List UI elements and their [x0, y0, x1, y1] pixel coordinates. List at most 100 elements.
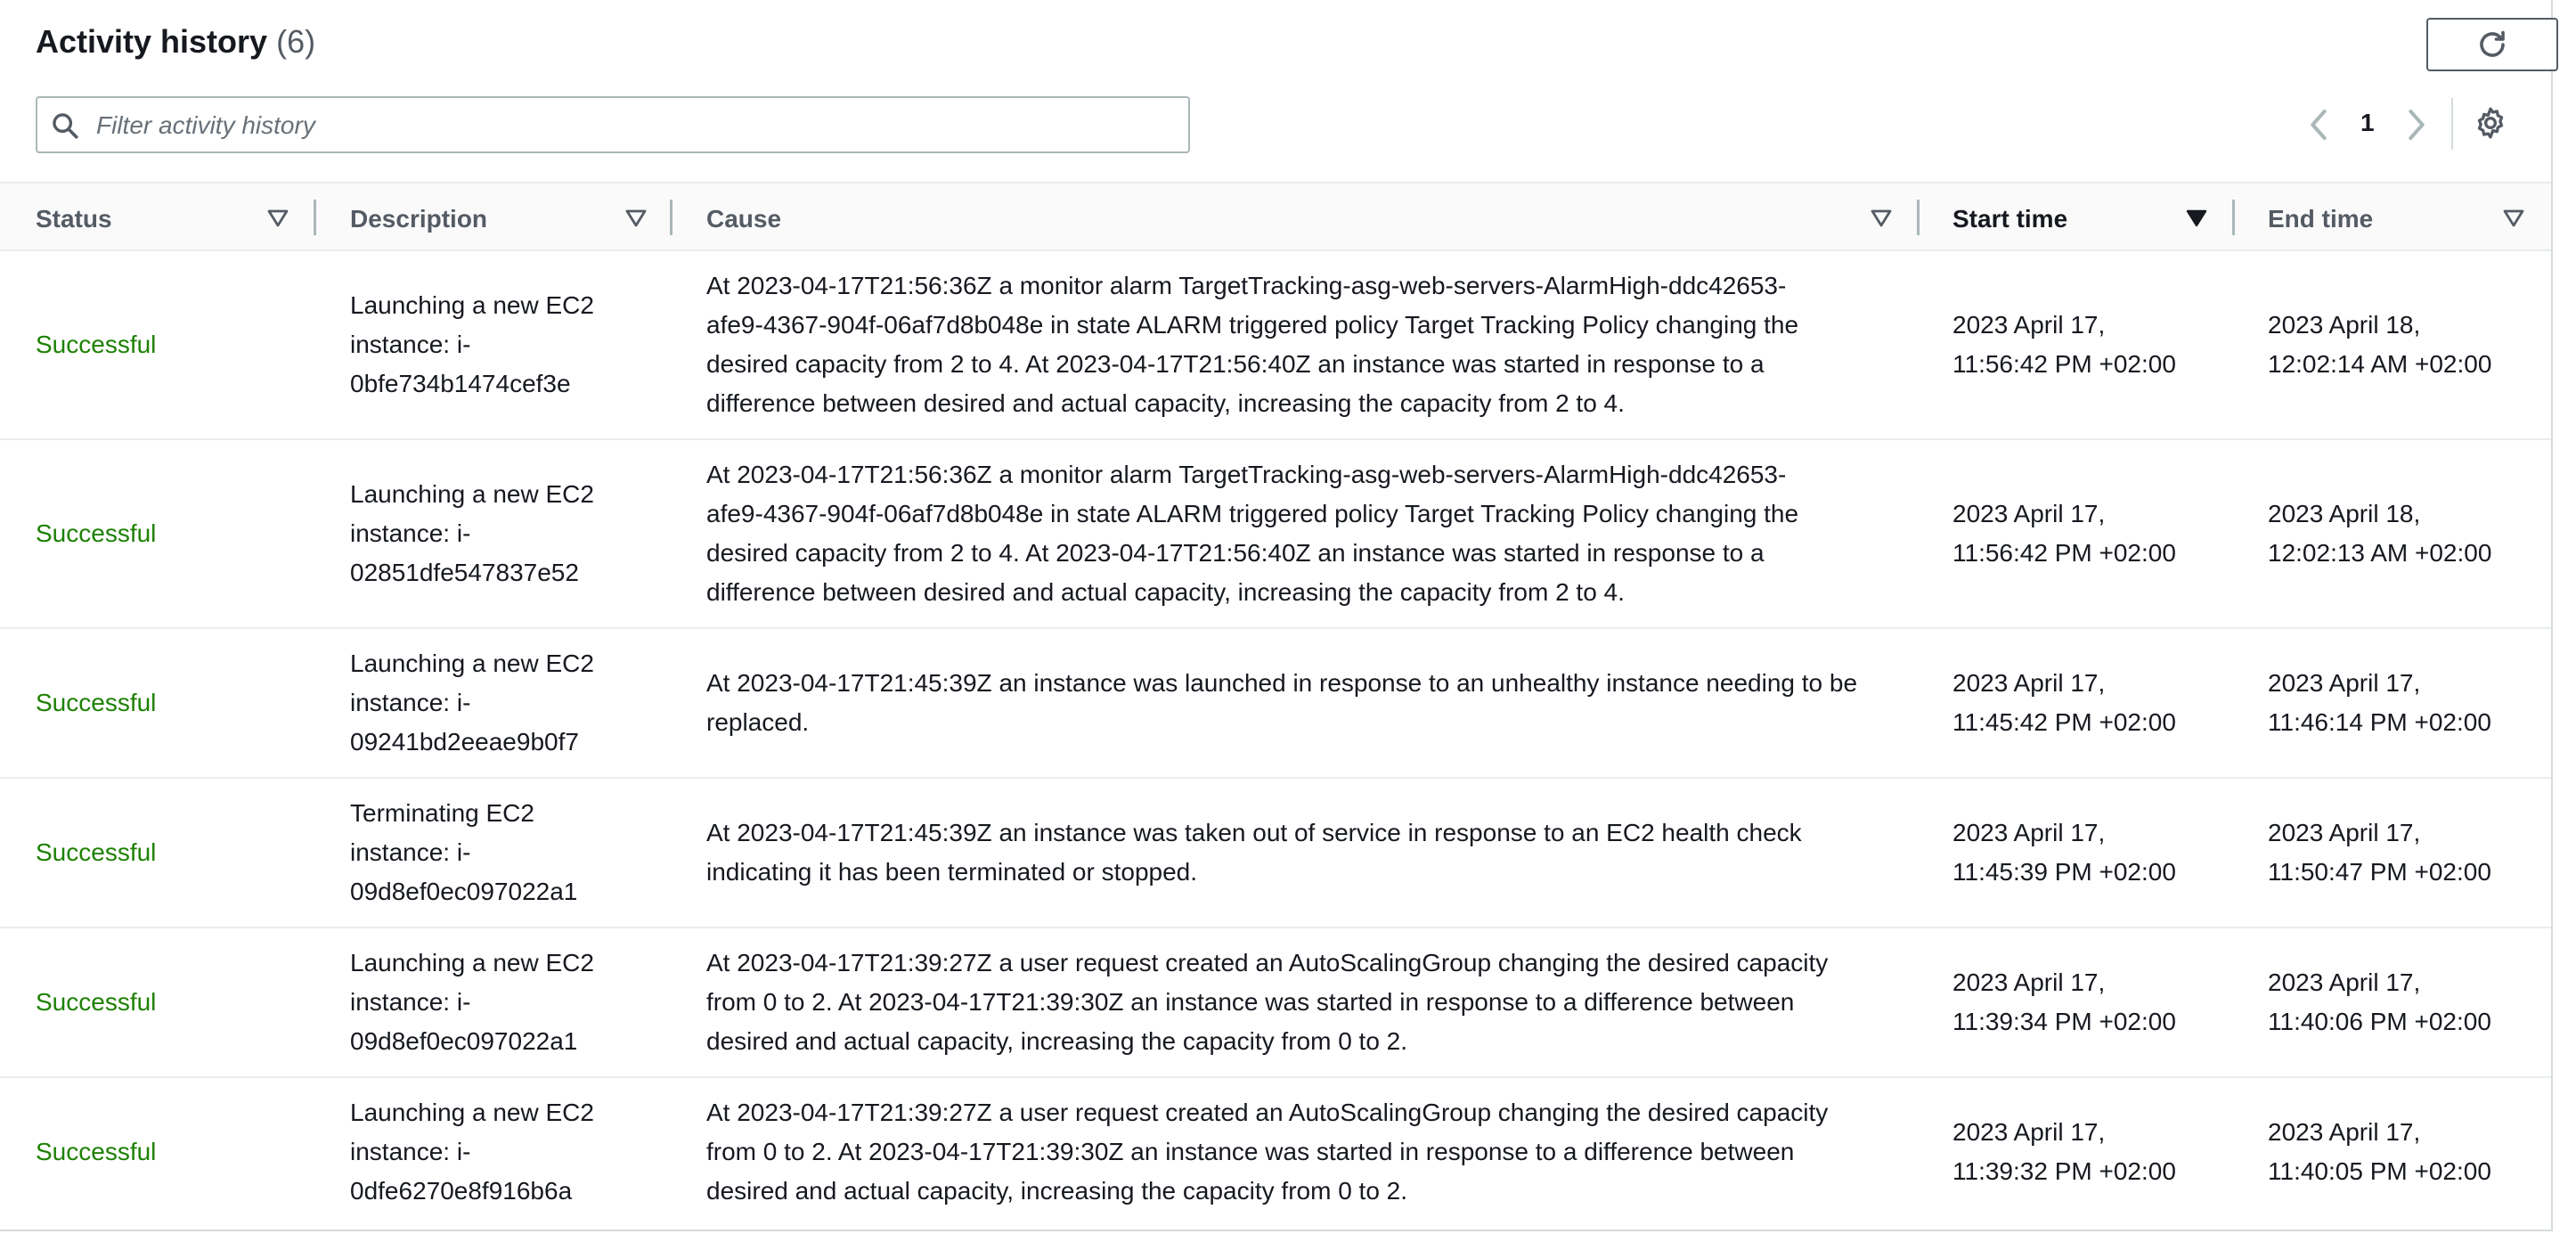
- end-time-line: 2023 April 17,: [2268, 819, 2421, 846]
- table-row: Successful Launching a new EC2 instance:…: [0, 1078, 2551, 1228]
- start-time-line: 11:39:32 PM +02:00: [1952, 1157, 2176, 1185]
- start-time-line: 2023 April 17,: [1952, 500, 2106, 527]
- description-line: Launching a new EC2: [350, 291, 594, 319]
- description-line: Terminating EC2: [350, 799, 534, 827]
- status-cell: Successful: [36, 779, 303, 927]
- end-time-line: 12:02:14 AM +02:00: [2268, 350, 2492, 378]
- table-row: Successful Launching a new EC2 instance:…: [0, 629, 2551, 779]
- status-cell: Successful: [36, 440, 303, 627]
- sort-caret-down-icon[interactable]: [625, 208, 647, 228]
- cause-line: At 2023-04-17T21:45:39Z an instance was …: [706, 669, 1858, 697]
- table-row: Successful Terminating EC2 instance: i- …: [0, 779, 2551, 928]
- status-text: Successful: [36, 689, 157, 716]
- column-resize-handle[interactable]: [314, 200, 316, 235]
- status-cell: Successful: [36, 629, 303, 777]
- previous-page-button[interactable]: [2305, 103, 2332, 146]
- description-line: instance: i-: [350, 988, 471, 1016]
- end-time-line: 2023 April 17,: [2268, 1118, 2421, 1146]
- cause-line: At 2023-04-17T21:45:39Z an instance was …: [706, 819, 1802, 846]
- filter-input[interactable]: [94, 105, 1167, 146]
- cause-cell: At 2023-04-17T21:56:36Z a monitor alarm …: [706, 251, 1891, 438]
- start-time-line: 11:56:42 PM +02:00: [1952, 350, 2176, 378]
- refresh-button[interactable]: [2426, 18, 2558, 71]
- end-time-line: 2023 April 17,: [2268, 968, 2421, 996]
- status-text: Successful: [36, 838, 157, 866]
- end-time-cell: 2023 April 18, 12:02:14 AM +02:00: [2268, 251, 2535, 438]
- description-cell: Terminating EC2 instance: i- 09d8ef0ec09…: [350, 779, 617, 927]
- cause-line: afe9-4367-904f-06af7d8b048e in state ALA…: [706, 500, 1799, 527]
- refresh-icon: [2480, 30, 2505, 57]
- cause-cell: At 2023-04-17T21:39:27Z a user request c…: [706, 928, 1891, 1076]
- start-time-line: 2023 April 17,: [1952, 669, 2106, 697]
- description-line: instance: i-: [350, 331, 471, 358]
- end-time-line: 11:50:47 PM +02:00: [2268, 858, 2491, 886]
- sorted-caret-down-icon[interactable]: [2186, 208, 2207, 228]
- description-line: 09d8ef0ec097022a1: [350, 878, 578, 905]
- filter-search-box[interactable]: [36, 96, 1190, 153]
- description-cell: Launching a new EC2 instance: i- 09d8ef0…: [350, 928, 617, 1076]
- table-header: Status Description Cause Start time End …: [0, 182, 2551, 251]
- next-page-button[interactable]: [2403, 103, 2430, 146]
- cause-line: indicating it has been terminated or sto…: [706, 858, 1198, 886]
- description-line: instance: i-: [350, 838, 471, 866]
- preferences-button[interactable]: [2473, 105, 2508, 145]
- end-time-line: 11:46:14 PM +02:00: [2268, 708, 2491, 736]
- end-time-line: 2023 April 18,: [2268, 311, 2421, 339]
- end-time-cell: 2023 April 17, 11:46:14 PM +02:00: [2268, 629, 2535, 777]
- cause-cell: At 2023-04-17T21:56:36Z a monitor alarm …: [706, 440, 1891, 627]
- start-time-line: 2023 April 17,: [1952, 311, 2106, 339]
- start-time-line: 11:56:42 PM +02:00: [1952, 539, 2176, 567]
- end-time-line: 2023 April 18,: [2268, 500, 2421, 527]
- start-time-line: 11:45:42 PM +02:00: [1952, 708, 2176, 736]
- search-icon: [53, 113, 78, 139]
- end-time-line: 12:02:13 AM +02:00: [2268, 539, 2492, 567]
- table-row: Successful Launching a new EC2 instance:…: [0, 251, 2551, 440]
- chevron-right-icon: [2409, 110, 2425, 140]
- description-line: instance: i-: [350, 689, 471, 716]
- start-time-line: 2023 April 17,: [1952, 819, 2106, 846]
- column-header-description[interactable]: Description: [350, 205, 487, 233]
- cause-line: from 0 to 2. At 2023-04-17T21:39:30Z an …: [706, 988, 1795, 1016]
- description-line: 0bfe734b1474cef3e: [350, 370, 571, 397]
- column-header-end-time[interactable]: End time: [2268, 205, 2373, 233]
- column-header-start-time[interactable]: Start time: [1952, 205, 2067, 233]
- end-time-cell: 2023 April 17, 11:40:06 PM +02:00: [2268, 928, 2535, 1076]
- column-resize-handle[interactable]: [2232, 200, 2235, 235]
- cause-line: difference between desired and actual ca…: [706, 389, 1625, 417]
- cause-line: from 0 to 2. At 2023-04-17T21:39:30Z an …: [706, 1138, 1795, 1165]
- status-cell: Successful: [36, 928, 303, 1076]
- page-title: Activity history (6): [36, 23, 315, 61]
- sort-caret-down-icon[interactable]: [267, 208, 289, 228]
- status-cell: Successful: [36, 251, 303, 438]
- current-page-number[interactable]: 1: [2360, 109, 2375, 137]
- cause-line: At 2023-04-17T21:56:36Z a monitor alarm …: [706, 461, 1787, 488]
- title-text: Activity history: [36, 23, 268, 60]
- status-text: Successful: [36, 331, 157, 358]
- end-time-line: 11:40:06 PM +02:00: [2268, 1008, 2491, 1035]
- start-time-line: 2023 April 17,: [1952, 1118, 2106, 1146]
- start-time-line: 11:45:39 PM +02:00: [1952, 858, 2176, 886]
- description-line: Launching a new EC2: [350, 480, 594, 508]
- cause-cell: At 2023-04-17T21:39:27Z a user request c…: [706, 1078, 1891, 1226]
- column-header-cause[interactable]: Cause: [706, 205, 781, 233]
- column-header-status[interactable]: Status: [36, 205, 112, 233]
- cause-line: afe9-4367-904f-06af7d8b048e in state ALA…: [706, 311, 1799, 339]
- start-time-cell: 2023 April 17, 11:39:32 PM +02:00: [1952, 1078, 2238, 1226]
- table-row: Successful Launching a new EC2 instance:…: [0, 928, 2551, 1078]
- end-time-cell: 2023 April 17, 11:50:47 PM +02:00: [2268, 779, 2535, 927]
- sort-caret-down-icon[interactable]: [2503, 208, 2524, 228]
- cause-line: At 2023-04-17T21:39:27Z a user request c…: [706, 1099, 1829, 1126]
- cause-line: desired and actual capacity, increasing …: [706, 1027, 1408, 1055]
- cause-line: desired and actual capacity, increasing …: [706, 1177, 1408, 1205]
- start-time-cell: 2023 April 17, 11:45:39 PM +02:00: [1952, 779, 2238, 927]
- column-resize-handle[interactable]: [670, 200, 673, 235]
- cause-line: At 2023-04-17T21:39:27Z a user request c…: [706, 949, 1829, 976]
- sort-caret-down-icon[interactable]: [1871, 208, 1892, 228]
- cause-line: At 2023-04-17T21:56:36Z a monitor alarm …: [706, 272, 1787, 299]
- status-text: Successful: [36, 988, 157, 1016]
- column-resize-handle[interactable]: [1917, 200, 1920, 235]
- cause-cell: At 2023-04-17T21:45:39Z an instance was …: [706, 779, 1891, 927]
- chevron-left-icon: [2311, 110, 2327, 140]
- cause-line: desired capacity from 2 to 4. At 2023-04…: [706, 539, 1765, 567]
- gear-icon: [2477, 107, 2504, 139]
